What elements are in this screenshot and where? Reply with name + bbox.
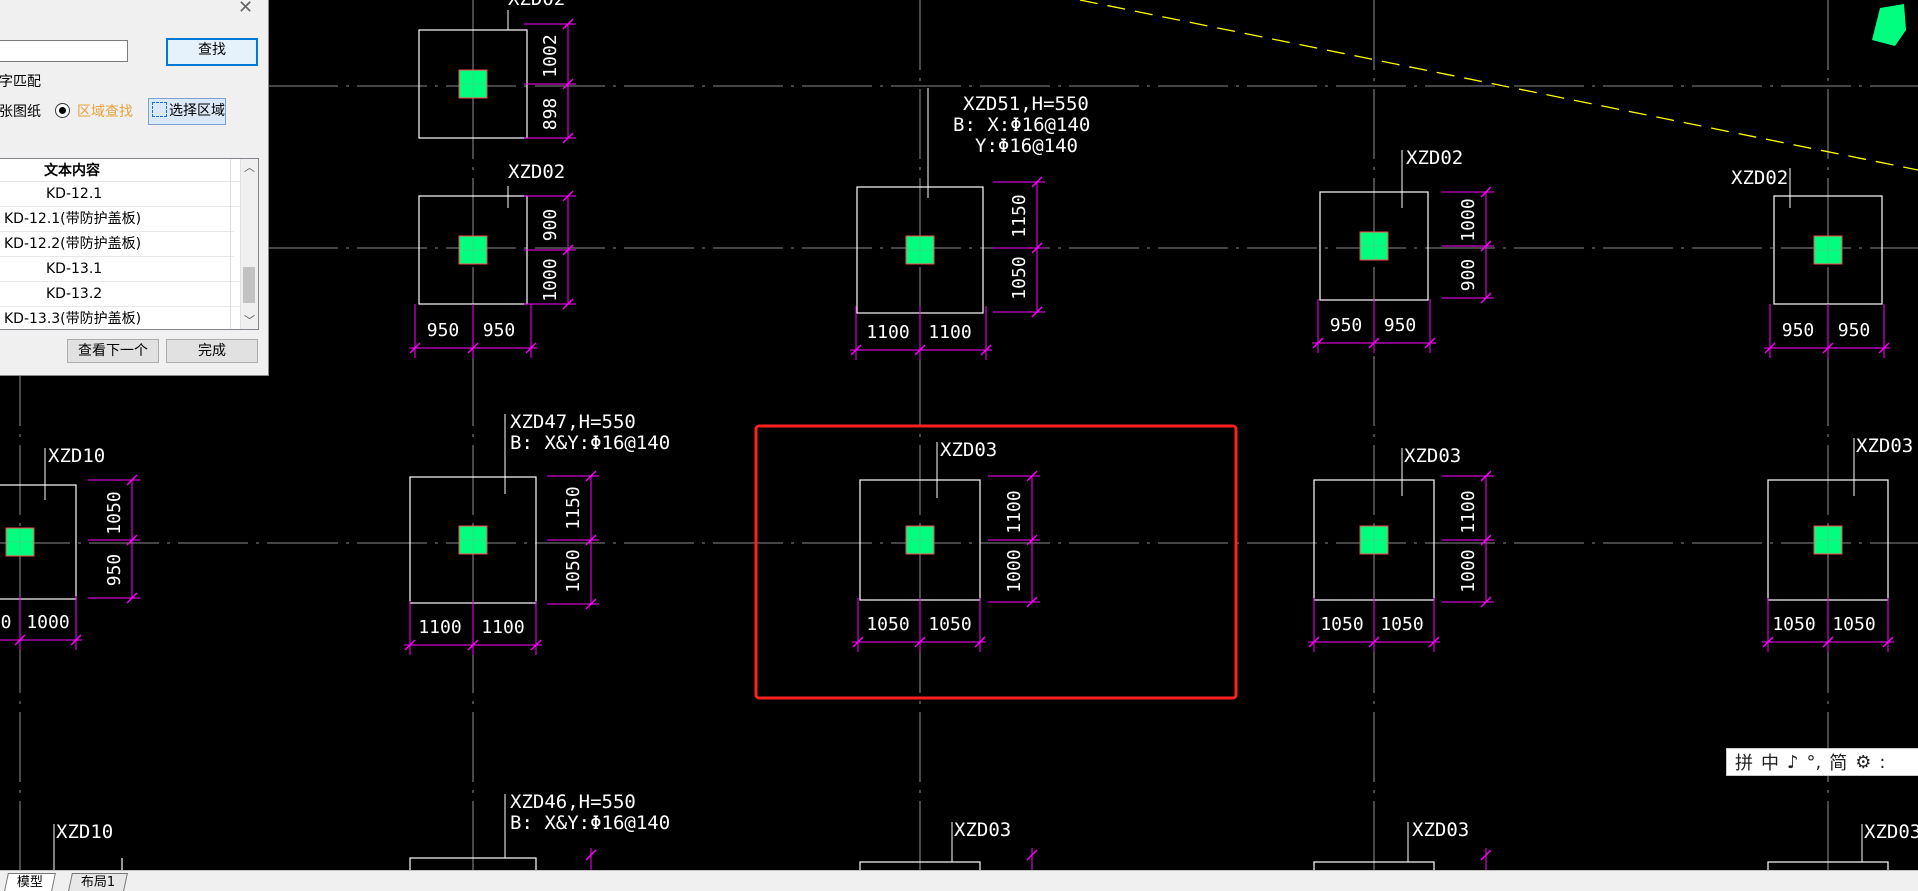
dimension-text: 950 [483,320,516,341]
dimension-text: 900 [1458,259,1479,292]
select-region-label: 选择区域 [169,103,225,119]
dimension-text: 1100 [1458,490,1479,533]
dimension-text: 1100 [418,617,461,638]
list-item[interactable]: KD-13.1 [0,257,258,282]
dimension-text: 1050 [1009,256,1030,299]
close-icon[interactable]: ✕ [238,0,253,18]
foundation-label: XZD03 [1412,819,1469,841]
text-result-list[interactable]: 文本内容 KD-12.1 KD-12.1(带防护盖板) KD-12.2(带防护盖… [0,158,259,330]
list-item[interactable]: KD-12.1(带防护盖板) [0,207,234,232]
layout-tab-bar: 模型 布局1 [0,870,1918,891]
select-region-icon [152,102,167,117]
tab-model[interactable]: 模型 [4,873,56,891]
dimension-text: 950 [1782,320,1815,341]
dimension-text: 1000 [1458,198,1479,241]
foundation-label: XZD02 [1731,167,1788,189]
list-header: 文本内容 [0,159,258,182]
view-next-button[interactable]: 查看下一个 [67,339,159,363]
dimension-text: 898 [540,98,561,131]
dimension-text: 950 [1838,320,1871,341]
ime-moon-icon[interactable]: ♪ [1787,752,1799,773]
column-divider [230,159,231,329]
foundation-label: B: X&Y:Φ16@140 [510,432,670,454]
ime-chinese-mode[interactable]: 中 [1761,749,1779,775]
foundation-label: XZD03 [1864,821,1918,843]
tab-layout1[interactable]: 布局1 [68,873,129,891]
dimension-text: 1100 [481,617,524,638]
list-item[interactable]: KD-12.1 [0,182,258,207]
selection-highlight-box [754,424,1238,700]
dimension-text: 1100 [928,322,971,343]
ime-more-icon[interactable]: : [1879,752,1885,773]
dimension-text: 950 [1330,315,1363,336]
search-input[interactable] [0,40,128,62]
foundation-label: XZD10 [48,445,105,467]
list-item[interactable]: KD-13.2 [0,282,258,307]
dimension-text: 1000 [540,258,561,301]
ime-settings-icon[interactable]: ⚙ [1855,752,1871,773]
dimension-text: 0 [1,612,12,633]
foundation-label: XZD02 [508,161,565,183]
dimension-text: 1002 [540,34,561,77]
foundation-label: XZD03 [954,819,1011,841]
list-item[interactable]: KD-12.2(带防护盖板) [0,232,234,257]
dimension-text: 1000 [26,612,69,633]
region-find-radio[interactable] [55,103,70,118]
cad-drawing-canvas[interactable]: 1002 898 900 1000 950 950 1150 1050 1100 1100 1000… [0,0,1918,890]
foundation-label: B: X&Y:Φ16@140 [510,812,670,834]
partial-green-block [1872,4,1906,46]
label-layer: XZD02 XZD02 XZD51,H=550B: X:Φ16@140Y:Φ16@1… [44,0,1918,870]
ime-simplified-mode[interactable]: 简 [1829,749,1847,775]
foundation-label: XZD03 [1856,435,1913,457]
dimension-text: 1050 [866,614,909,635]
match-option-label: 字匹配 [0,74,41,90]
find-button[interactable]: 查找 [166,38,258,66]
dimension-text: 1050 [1380,614,1423,635]
find-replace-dialog: ✕ 查找 字匹配 张图纸 区域查找 选择区域 文本内容 KD-12.1 KD-1… [0,0,269,376]
dimension-text: 1150 [563,486,584,529]
dimension-text: 1050 [928,614,971,635]
scroll-up-icon[interactable]: ︿ [244,159,255,175]
foundation-label: XZD03 [940,439,997,461]
dimension-text: 1050 [1772,614,1815,635]
dimension-text: 1050 [1832,614,1875,635]
whole-drawing-label: 张图纸 [0,104,41,120]
select-region-button[interactable]: 选择区域 [148,98,226,125]
dimension-text: 950 [1384,315,1417,336]
foundation-label: XZD46,H=550 [510,791,636,813]
list-scrollbar[interactable]: ︿ ﹀ [240,159,258,329]
ime-pinyin-icon[interactable]: 拼 [1735,749,1753,775]
ime-toolbar[interactable]: 拼 中 ♪ °, 简 ⚙ : [1726,748,1918,776]
dimension-text: 950 [427,320,460,341]
region-find-label: 区域查找 [77,104,133,120]
dimension-text: 1050 [1320,614,1363,635]
ime-punctuation-icon[interactable]: °, [1807,752,1822,773]
scroll-thumb[interactable] [243,267,255,303]
dimension-text: 1050 [563,549,584,592]
foundation-label: Y:Φ16@140 [975,135,1078,157]
dimension-text: 900 [540,209,561,242]
dimension-text: 1150 [1009,194,1030,237]
foundation-label: B: X:Φ16@140 [953,114,1090,136]
done-button[interactable]: 完成 [166,339,258,363]
foundation-label: XZD02 [508,0,565,10]
dimension-text: 1100 [866,322,909,343]
foundation-label: XZD10 [56,821,113,843]
foundation-label: XZD51,H=550 [963,93,1089,115]
dimension-text: 1050 [104,491,125,534]
list-item[interactable]: KD-13.3(带防护盖板) [0,307,234,329]
dashed-reference-line [1079,0,1918,171]
dimension-text: 1000 [1458,549,1479,592]
dimension-text: 1000 [1004,549,1025,592]
foundation-label: XZD47,H=550 [510,411,636,433]
foundation-label: XZD02 [1406,147,1463,169]
dimension-text: 950 [104,554,125,587]
dimension-text: 1100 [1004,490,1025,533]
foundation-label: XZD03 [1404,445,1461,467]
scroll-down-icon[interactable]: ﹀ [244,312,255,328]
